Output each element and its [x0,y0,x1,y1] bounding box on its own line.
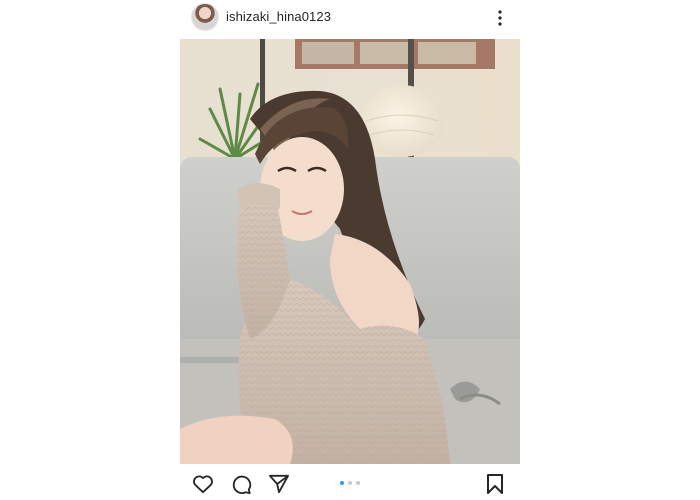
photo-illustration [180,39,520,464]
carousel-indicator [340,481,360,485]
profile-avatar[interactable] [192,4,218,30]
carousel-dot-active [340,481,344,485]
more-options-icon[interactable] [492,8,508,28]
bookmark-icon[interactable] [484,473,506,495]
post-header: ishizaki_hina0123 [180,0,520,38]
instagram-post: ishizaki_hina0123 [180,0,520,500]
carousel-dot [356,481,360,485]
post-action-bar [180,464,520,500]
carousel-dot [348,481,352,485]
post-photo[interactable] [180,39,520,464]
paper-plane-icon[interactable] [268,473,290,495]
comment-bubble-icon[interactable] [230,473,252,495]
username-link[interactable]: ishizaki_hina0123 [226,9,331,24]
heart-icon[interactable] [192,473,214,495]
